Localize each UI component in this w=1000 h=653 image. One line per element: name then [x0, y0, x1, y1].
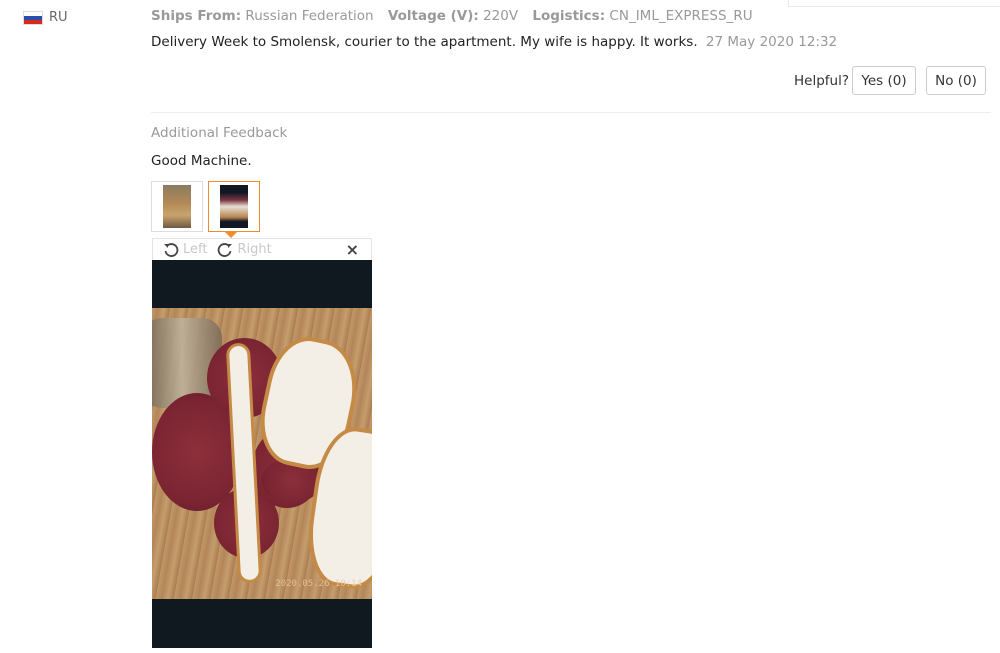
logistics-value: CN_IML_EXPRESS_RU — [609, 8, 753, 24]
thumbnail-image — [220, 185, 248, 228]
photo-timestamp: 2020.05.26 10:14 — [275, 579, 362, 589]
helpful-label: Helpful? — [794, 73, 850, 89]
order-meta: Ships From: Russian Federation Voltage (… — [151, 8, 753, 24]
rotate-left-label: Left — [183, 242, 208, 257]
logistics-label: Logistics: — [532, 8, 606, 24]
rotate-right-icon — [218, 242, 233, 257]
review-text: Delivery Week to Smolensk, courier to th… — [151, 34, 698, 50]
rotate-left-icon — [164, 242, 179, 257]
review-body: Delivery Week to Smolensk, courier to th… — [151, 34, 837, 50]
rotate-left-button[interactable]: Left — [163, 242, 207, 258]
additional-feedback-title: Additional Feedback — [151, 125, 288, 141]
additional-feedback-text: Good Machine. — [151, 153, 252, 169]
ships-from-label: Ships From: — [151, 8, 242, 24]
russia-flag-icon — [23, 10, 43, 25]
helpful-yes-button[interactable]: Yes (0) — [852, 66, 916, 95]
close-icon[interactable]: × — [346, 240, 359, 259]
image-viewer-toolbar: Left Right × — [152, 238, 372, 260]
thumbnail-image — [163, 185, 191, 228]
rotate-right-label: Right — [237, 242, 272, 257]
voltage-label: Voltage (V): — [387, 8, 479, 24]
reviewer-country: RU — [23, 10, 68, 25]
rotate-right-button[interactable]: Right — [217, 242, 272, 258]
helpful-no-button[interactable]: No (0) — [926, 66, 986, 95]
ships-from-value: Russian Federation — [245, 8, 374, 24]
photo-thumbnail[interactable] — [151, 181, 203, 232]
top-divider — [788, 0, 1000, 7]
review-photo: 2020.05.26 10:14 — [152, 308, 372, 599]
image-viewer: 2020.05.26 10:14 — [152, 260, 372, 648]
country-code: RU — [49, 10, 68, 25]
review-date: 27 May 2020 12:32 — [705, 34, 838, 50]
photo-thumbnail-selected[interactable] — [208, 181, 260, 232]
voltage-value: 220V — [483, 8, 519, 24]
section-divider — [151, 112, 991, 113]
